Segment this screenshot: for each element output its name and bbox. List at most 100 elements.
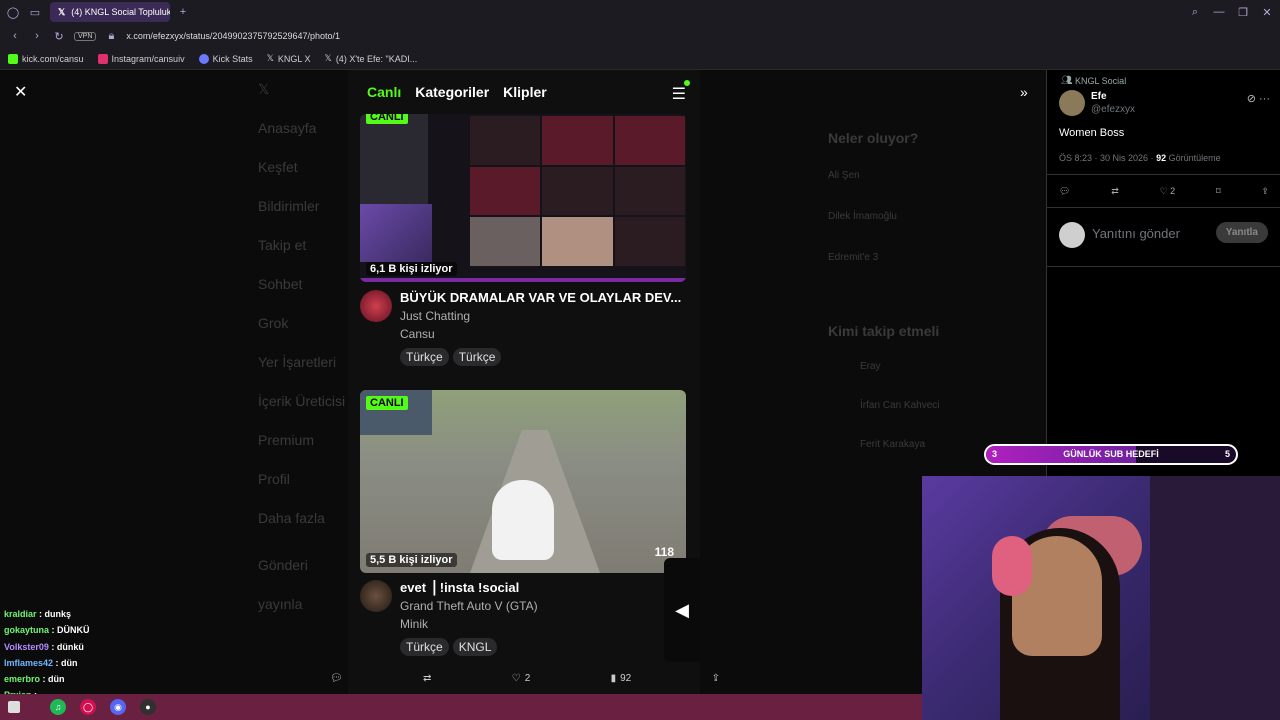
thumbnail-cam: [360, 204, 432, 262]
grid-cell: [614, 116, 685, 165]
divider: [1047, 266, 1280, 267]
dim-nav-item: Keşfet: [258, 159, 298, 175]
like-button[interactable]: ♡ 2: [1160, 186, 1176, 197]
chat-text: : DÜNKÜ: [49, 625, 90, 636]
dim-nav-item: Sohbet: [258, 276, 303, 292]
spotify-icon[interactable]: ♫: [50, 699, 66, 715]
url-field[interactable]: x.com/efezxyx/status/2049902375792529647…: [126, 31, 340, 41]
tag[interactable]: Türkçe: [400, 638, 449, 656]
grid-cell: [542, 116, 613, 165]
tab-clips[interactable]: Klipler: [503, 84, 547, 100]
reload-icon[interactable]: ↻: [52, 29, 66, 43]
vpn-badge[interactable]: VPN: [74, 31, 97, 41]
chat-username: Volkster09: [4, 641, 49, 652]
more-options-icon[interactable]: ⊘ ···: [1247, 92, 1270, 105]
repost-button[interactable]: ⇄: [423, 673, 431, 684]
back-icon[interactable]: ‹: [8, 29, 22, 43]
dim-nav-item: Bildirimler: [258, 198, 320, 214]
bookmark-instagram[interactable]: Instagram/cansuiv: [97, 53, 185, 64]
dim-suggestion: Eray: [860, 361, 881, 372]
bookmark-x-efe[interactable]: 𝕏 (4) X'te Efe: "KADI...: [325, 53, 418, 64]
chat-text: : dün: [53, 657, 78, 668]
sub-goal-target: 5: [1224, 449, 1230, 459]
restore-icon[interactable]: ❐: [1236, 5, 1250, 19]
author-name[interactable]: Efe: [1091, 91, 1107, 102]
tag[interactable]: Türkçe: [452, 348, 502, 366]
search-icon[interactable]: ⌕: [1188, 5, 1202, 19]
tag-list: Türkçe KNGL: [400, 638, 690, 656]
bookmark-icon[interactable]: ⌑: [1216, 186, 1221, 197]
opera-icon[interactable]: ◯: [80, 699, 96, 715]
triangle-left-icon: ◀: [675, 599, 689, 620]
stream-user[interactable]: Minik: [400, 617, 690, 635]
dim-trend: Dilek İmamoğlu: [828, 211, 897, 222]
forward-icon[interactable]: ›: [30, 29, 44, 43]
avatar: [1059, 222, 1085, 248]
viewer-count: 6,1 B kişi izliyor: [366, 262, 457, 276]
bookmark-kngl-x[interactable]: 𝕏 KNGL X: [267, 53, 311, 64]
sub-goal-bar: 3 GÜNLÜK SUB HEDEFİ 5: [984, 444, 1238, 465]
avatar[interactable]: [1059, 90, 1085, 116]
grid-cell: [614, 217, 685, 266]
close-window-icon[interactable]: ✕: [1260, 5, 1274, 19]
close-icon[interactable]: ✕: [14, 82, 27, 102]
reply-button[interactable]: Yanıtla: [1215, 222, 1268, 243]
grid-cell: [470, 217, 541, 266]
community-name[interactable]: KNGL Social: [1075, 76, 1126, 86]
bookmark-kick-stats[interactable]: Kick Stats: [198, 53, 253, 64]
tag[interactable]: Türkçe: [400, 348, 449, 366]
comment-icon: 💬︎: [330, 672, 343, 684]
reply-input[interactable]: Yanıtını gönder: [1092, 226, 1180, 241]
bookmark-kick[interactable]: kick.com/cansu: [8, 53, 84, 64]
like-button[interactable]: ♡ 2: [512, 673, 531, 684]
x-logo-icon: 𝕏: [258, 81, 270, 97]
new-tab-icon[interactable]: +: [176, 5, 190, 19]
address-bar: ‹ › ↻ VPN 🔒︎ x.com/efezxyx/status/204990…: [0, 24, 1280, 48]
opera-icon[interactable]: ◯: [6, 5, 20, 19]
stream-user[interactable]: Cansu: [400, 327, 690, 345]
reply-button[interactable]: 💬︎: [330, 673, 343, 684]
repost-icon[interactable]: ⇄: [1111, 186, 1119, 197]
x-logo-icon: 𝕏: [266, 53, 274, 63]
grid-cell: [542, 217, 613, 266]
discord-icon[interactable]: ◉: [110, 699, 126, 715]
expand-icon[interactable]: »: [1020, 84, 1028, 100]
share-icon[interactable]: ⇪: [1261, 186, 1269, 197]
author-handle[interactable]: @efezxyx: [1091, 104, 1135, 115]
stream-category[interactable]: Grand Theft Auto V (GTA): [400, 599, 690, 617]
dim-trend: Edremit'e 3: [828, 252, 879, 263]
tweet-meta: ÖS 8:23 · 30 Nis 2026 · 92 Görüntüleme: [1059, 153, 1221, 163]
grid-cell: [542, 166, 613, 216]
dim-nav-item: Premium: [258, 432, 315, 448]
minimize-icon[interactable]: —: [1212, 5, 1226, 19]
stream-thumbnail[interactable]: CANLI 5,5 B kişi izliyor 118: [360, 390, 686, 573]
tab-categories[interactable]: Kategoriler: [415, 84, 489, 100]
avatar[interactable]: [360, 580, 392, 612]
chat-username: lmflames42: [4, 657, 54, 668]
dim-sidebar: 𝕏 Anasayfa Keşfet Bildirimler Takip et S…: [220, 70, 350, 612]
browser-tab[interactable]: 𝕏 (4) KNGL Social Topluluk /: [50, 2, 170, 22]
dim-nav-item: Profil: [258, 471, 290, 487]
stream-title[interactable]: evet ⎥ !insta !social: [400, 580, 690, 598]
chat-text: : dünkü: [48, 641, 84, 652]
obs-icon[interactable]: ●: [140, 699, 156, 715]
stream-category[interactable]: Just Chatting: [400, 309, 690, 327]
filter-icon[interactable]: ☰: [672, 84, 686, 104]
thumbnail-grid: [470, 116, 685, 266]
tab-live[interactable]: Canlı: [367, 84, 401, 100]
dim-nav-item: Daha fazla: [258, 510, 325, 526]
globe-icon: [198, 53, 209, 64]
views-button[interactable]: ▮ 92: [611, 673, 632, 684]
chat-username: emerbro: [4, 674, 41, 685]
stream-title[interactable]: BÜYÜK DRAMALAR VAR VE OLAYLAR DEV...: [400, 290, 690, 308]
windows-start-icon[interactable]: [8, 701, 20, 713]
collapse-tab[interactable]: ◀: [664, 558, 700, 662]
divider: [1047, 207, 1280, 208]
tab-overview-icon[interactable]: ▭: [28, 5, 42, 19]
share-button[interactable]: ⇪: [712, 673, 720, 684]
tag-list: Türkçe Türkçe: [400, 348, 690, 366]
comment-icon[interactable]: 💬︎: [1059, 186, 1070, 197]
tag[interactable]: KNGL: [452, 638, 498, 656]
stream-thumbnail[interactable]: CANLI 6,1 B kişi izliyor: [360, 114, 686, 282]
avatar[interactable]: [360, 290, 392, 322]
